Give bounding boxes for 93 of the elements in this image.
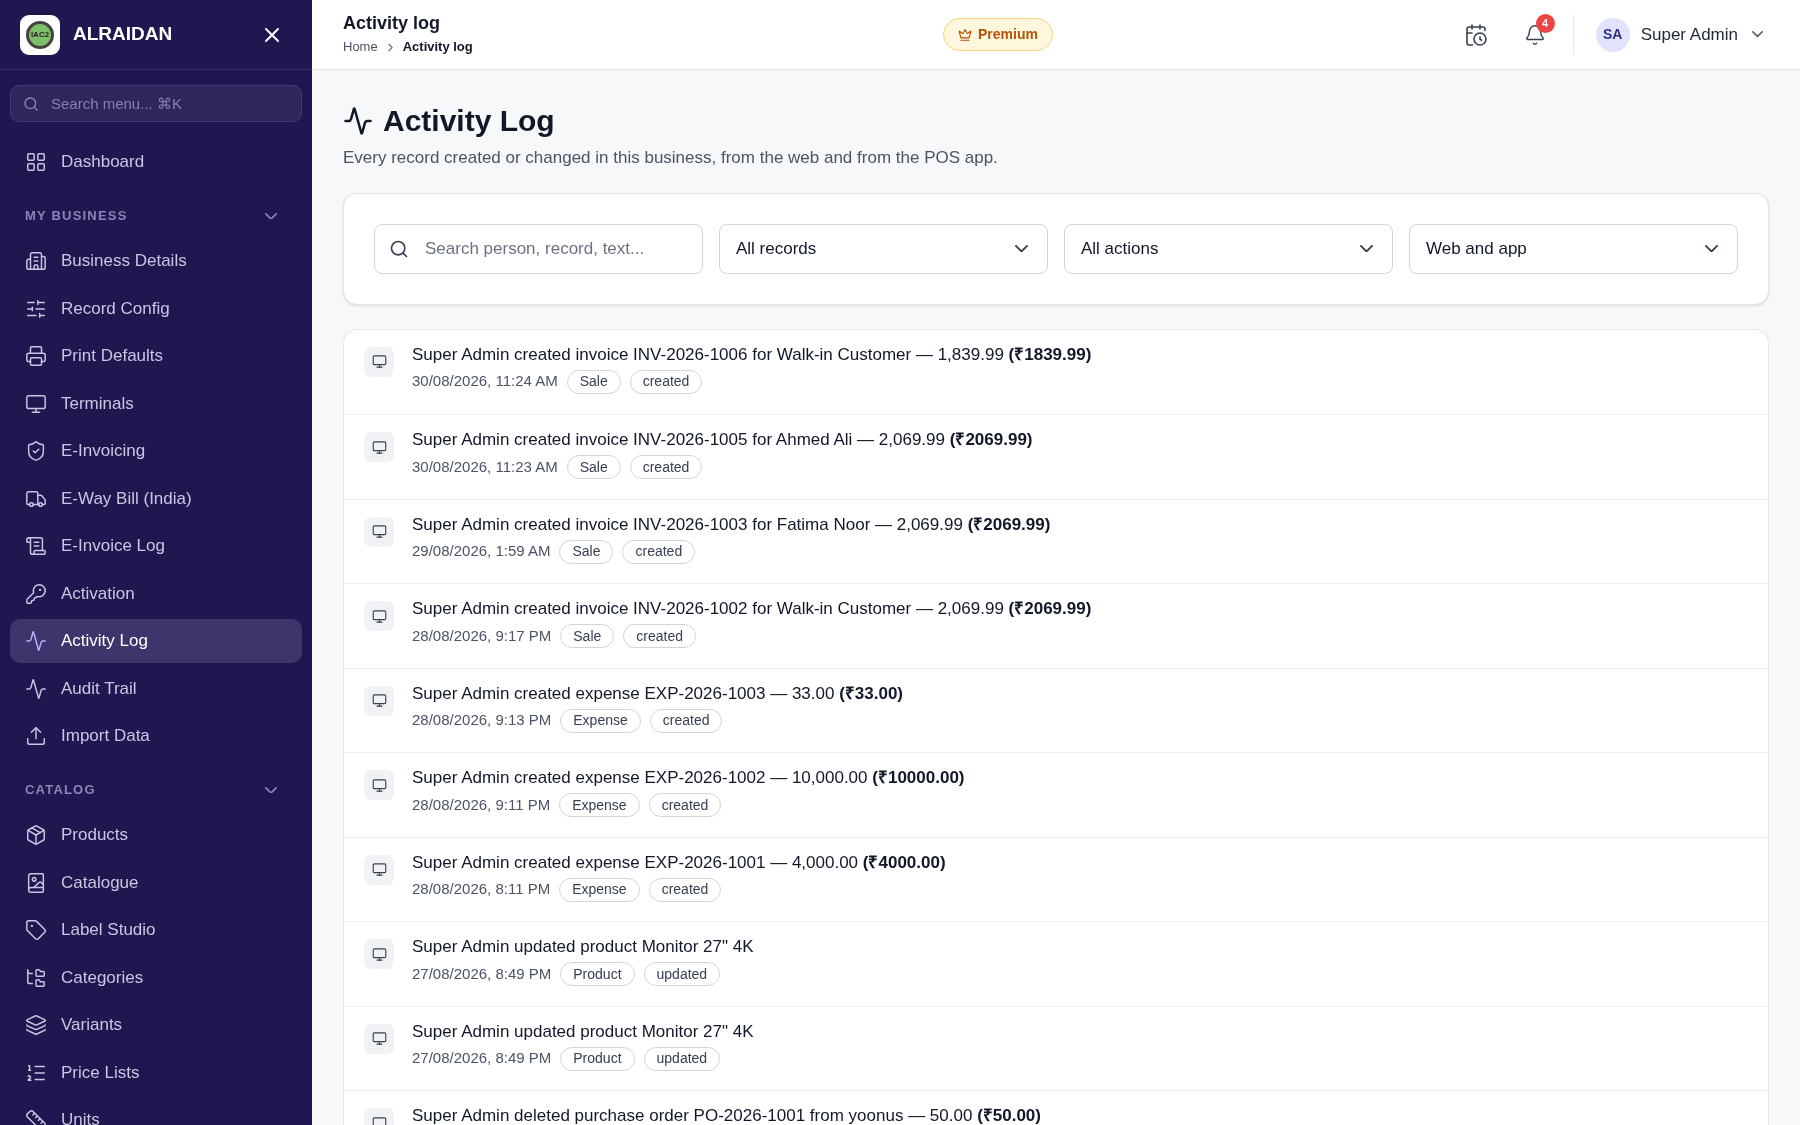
- menu-icon: [25, 151, 47, 173]
- sidebar-item[interactable]: Business Details: [10, 239, 302, 283]
- sidebar-item[interactable]: Import Data: [10, 714, 302, 758]
- chevron-icon: [1752, 31, 1763, 38]
- menu-icon: [25, 297, 47, 320]
- user-name: Super Admin: [1640, 23, 1738, 46]
- sidebar-item[interactable]: E-Way Bill (India): [10, 476, 302, 521]
- menu-icon: [25, 535, 47, 557]
- activity-text: Super Admin deleted purchase order PO-2026-1001 from yoonus — 50.00 (₹50.00): [412, 1105, 1041, 1125]
- activity-icon: [343, 105, 373, 136]
- sidebar-item[interactable]: Categories: [10, 955, 302, 1000]
- menu-icon: [25, 630, 47, 652]
- sidebar-item[interactable]: E-Invoice Log: [10, 524, 302, 568]
- user-menu[interactable]: SA Super Admin: [1595, 17, 1763, 52]
- premium-badge: Premium: [943, 18, 1053, 51]
- logo-text: IAC2: [30, 28, 50, 41]
- activity-time: 27/08/2026, 8:49 PM: [412, 963, 552, 984]
- menu-icon: [25, 677, 47, 700]
- activity-text: Super Admin updated product Monitor 27" 4K: [412, 936, 754, 958]
- calendar-icon[interactable]: [1463, 22, 1488, 47]
- sidebar-item[interactable]: Dashboard: [10, 140, 302, 184]
- menu-icon: [25, 725, 47, 747]
- sidebar-item[interactable]: Terminals: [10, 381, 302, 426]
- menu-icon: [25, 824, 47, 846]
- sidebar-item[interactable]: Activity Log: [10, 619, 302, 663]
- user-avatar: SA: [1595, 17, 1630, 52]
- menu-icon: [25, 966, 47, 989]
- menu-icon: [25, 440, 47, 462]
- activity-time: 30/08/2026, 11:24 AM: [412, 371, 558, 392]
- search-field[interactable]: Search menu... ⌘K: [10, 85, 302, 122]
- page-title: Activity Log: [383, 103, 555, 139]
- chevron-icon: [265, 212, 277, 220]
- activity-time: 28/08/2026, 9:13 PM: [412, 710, 552, 731]
- monitor-icon: [364, 516, 394, 547]
- activity-text: Super Admin updated product Monitor 27" 4K: [412, 1020, 754, 1043]
- monitor-icon: [364, 770, 394, 800]
- activity-text: Super Admin created expense EXP-2026-1001 — 4,000.00 (₹4000.00): [412, 851, 946, 874]
- sidebar-item[interactable]: Audit Trail: [10, 666, 302, 711]
- monitor-icon: [364, 854, 394, 885]
- activity-text: Super Admin created invoice INV-2026-1002 for Walk-in Customer — 2,069.99 (₹2069.99): [412, 598, 1092, 620]
- menu-icon: [25, 392, 47, 415]
- monitor-icon: [364, 1023, 394, 1054]
- notification-count: 4: [1535, 13, 1555, 33]
- sidebar-item[interactable]: Record Config: [10, 286, 302, 331]
- breadcrumb-item[interactable]: Home: [343, 37, 378, 57]
- activity-time: 28/08/2026, 9:17 PM: [412, 625, 552, 646]
- activity-text: Super Admin created invoice INV-2026-1006 for Walk-in Customer — 1,839.99 (₹1839.99): [412, 343, 1092, 366]
- crown-icon: [958, 27, 972, 42]
- filter-select[interactable]: All actions: [1064, 223, 1393, 274]
- menu-icon: [25, 1109, 47, 1125]
- activity-time: 27/08/2026, 8:49 PM: [412, 1048, 552, 1069]
- menu-icon: [25, 871, 47, 894]
- menu-icon: [25, 345, 47, 367]
- activity-time: 29/08/2026, 1:59 AM: [412, 541, 551, 562]
- section-header[interactable]: MY BUSINESS: [10, 196, 302, 236]
- chevron-icon: [1360, 244, 1373, 253]
- activity-text: Super Admin created expense EXP-2026-1003 — 33.00 (₹33.00): [412, 682, 904, 705]
- chevron-icon: [1015, 244, 1028, 253]
- breadcrumb-item: Activity log: [402, 38, 473, 57]
- page-subtitle: Every record created or changed in this business, from the web and from the POS app.: [343, 147, 999, 169]
- activity-text: Super Admin created invoice INV-2026-1003 for Fatima Noor — 2,069.99 (₹2069.99): [412, 513, 1051, 536]
- sidebar-item[interactable]: Products: [10, 813, 302, 857]
- sidebar-item[interactable]: Activation: [10, 571, 302, 616]
- activity-time: 28/08/2026, 9:11 PM: [412, 794, 551, 815]
- chevron-icon: [1705, 244, 1718, 253]
- monitor-icon: [364, 685, 394, 716]
- menu-icon: [25, 1014, 47, 1036]
- chevron-icon: [265, 786, 277, 794]
- monitor-icon: [364, 346, 394, 377]
- header-title: Activity log: [343, 12, 441, 35]
- menu-icon: [25, 582, 47, 605]
- sidebar-item[interactable]: Label Studio: [10, 908, 302, 952]
- filter-select[interactable]: Web and app: [1409, 223, 1738, 274]
- section-header[interactable]: CATALOG: [10, 770, 302, 810]
- brand-name: ALRAIDAN: [73, 22, 173, 47]
- sidebar-item[interactable]: Print Defaults: [10, 334, 302, 378]
- search-icon: [23, 96, 39, 112]
- activity-time: 30/08/2026, 11:23 AM: [412, 456, 558, 477]
- sidebar-item[interactable]: Units: [10, 1098, 302, 1125]
- sidebar-item[interactable]: Variants: [10, 1003, 302, 1047]
- activity-text: Super Admin created invoice INV-2026-1005 for Ahmed Ali — 2,069.99 (₹2069.99): [412, 429, 1033, 451]
- search-icon: [389, 238, 409, 259]
- monitor-icon: [364, 601, 394, 631]
- sidebar-item[interactable]: E-Invoicing: [10, 429, 302, 473]
- sidebar-item[interactable]: Price Lists: [10, 1050, 302, 1095]
- menu-icon: [25, 250, 47, 272]
- sidebar-item[interactable]: Catalogue: [10, 860, 302, 905]
- monitor-icon: [364, 432, 394, 462]
- activity-text: Super Admin created expense EXP-2026-1002 — 10,000.00 (₹10000.00): [412, 767, 965, 789]
- filter-select[interactable]: All records: [719, 223, 1048, 274]
- activity-time: 28/08/2026, 8:11 PM: [412, 879, 551, 900]
- menu-icon: [25, 919, 47, 941]
- monitor-icon: [364, 939, 394, 969]
